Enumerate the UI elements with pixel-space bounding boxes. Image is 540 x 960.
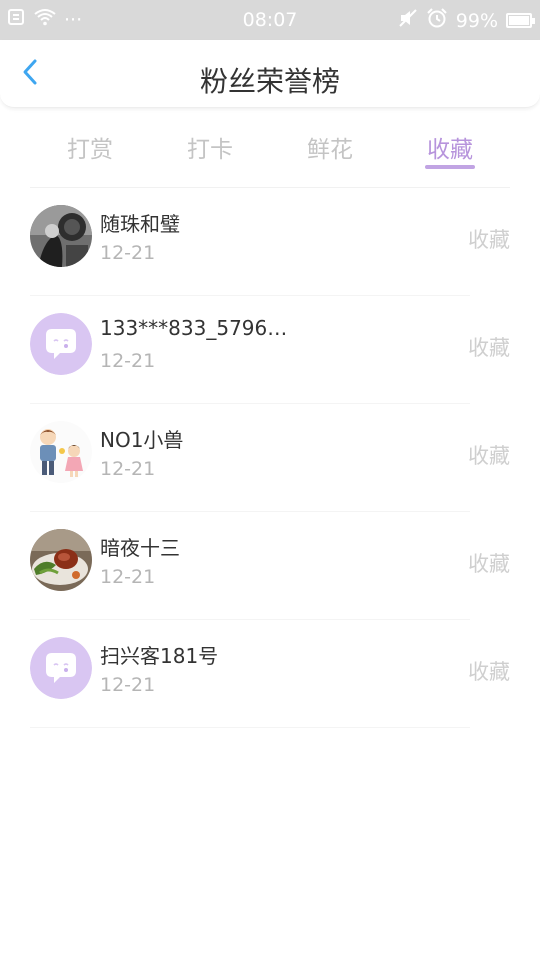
tab-bar: 打赏 打卡 鲜花 收藏 xyxy=(30,108,510,188)
alarm-icon xyxy=(426,8,448,33)
status-bar: ··· 08:07 99% xyxy=(0,0,540,40)
tab-checkin[interactable]: 打卡 xyxy=(150,108,270,187)
fan-name: NO1小兽 xyxy=(100,428,184,452)
fan-date: 12-21 xyxy=(100,458,156,480)
list-item[interactable]: 随珠和璧 12-21 收藏 xyxy=(30,188,510,296)
fan-name: 暗夜十三 xyxy=(100,536,180,560)
fan-name: 133***833_5796… xyxy=(100,316,288,340)
header: 粉丝荣誉榜 xyxy=(0,40,540,108)
battery-percent: 99% xyxy=(455,9,498,32)
cartoon-couple-avatar xyxy=(30,421,92,483)
fan-name: 扫兴客181号 xyxy=(100,644,219,668)
list-item[interactable]: 暗夜十三 12-21 收藏 xyxy=(30,512,510,620)
fan-date: 12-21 xyxy=(100,674,156,696)
food-photo-avatar xyxy=(30,529,92,591)
action-label: 收藏 xyxy=(468,336,510,360)
list-item[interactable]: NO1小兽 12-21 收藏 xyxy=(30,404,510,512)
default-chat-avatar xyxy=(30,313,92,375)
action-label: 收藏 xyxy=(468,660,510,684)
fan-date: 12-21 xyxy=(100,566,156,588)
tab-flowers[interactable]: 鲜花 xyxy=(270,108,390,187)
battery-icon xyxy=(506,13,535,28)
tab-tip[interactable]: 打赏 xyxy=(30,108,150,187)
status-right-icons: 99% xyxy=(398,8,535,33)
fan-name: 随珠和璧 xyxy=(100,212,180,236)
list-item[interactable]: 133***833_5796… 12-21 收藏 xyxy=(30,296,510,404)
action-label: 收藏 xyxy=(468,552,510,576)
list-item[interactable]: 扫兴客181号 12-21 收藏 xyxy=(30,620,510,728)
action-label: 收藏 xyxy=(468,228,510,252)
fan-date: 12-21 xyxy=(100,242,156,264)
fan-date: 12-21 xyxy=(100,350,156,372)
action-label: 收藏 xyxy=(468,444,510,468)
fan-list: 随珠和璧 12-21 收藏 133***833_5796… 12-21 收藏 N… xyxy=(0,188,540,728)
default-chat-avatar xyxy=(30,637,92,699)
page-title: 粉丝荣誉榜 xyxy=(199,65,340,98)
photo-bw-avatar xyxy=(30,205,92,267)
mute-icon xyxy=(398,8,418,33)
tab-favorites[interactable]: 收藏 xyxy=(390,108,510,187)
